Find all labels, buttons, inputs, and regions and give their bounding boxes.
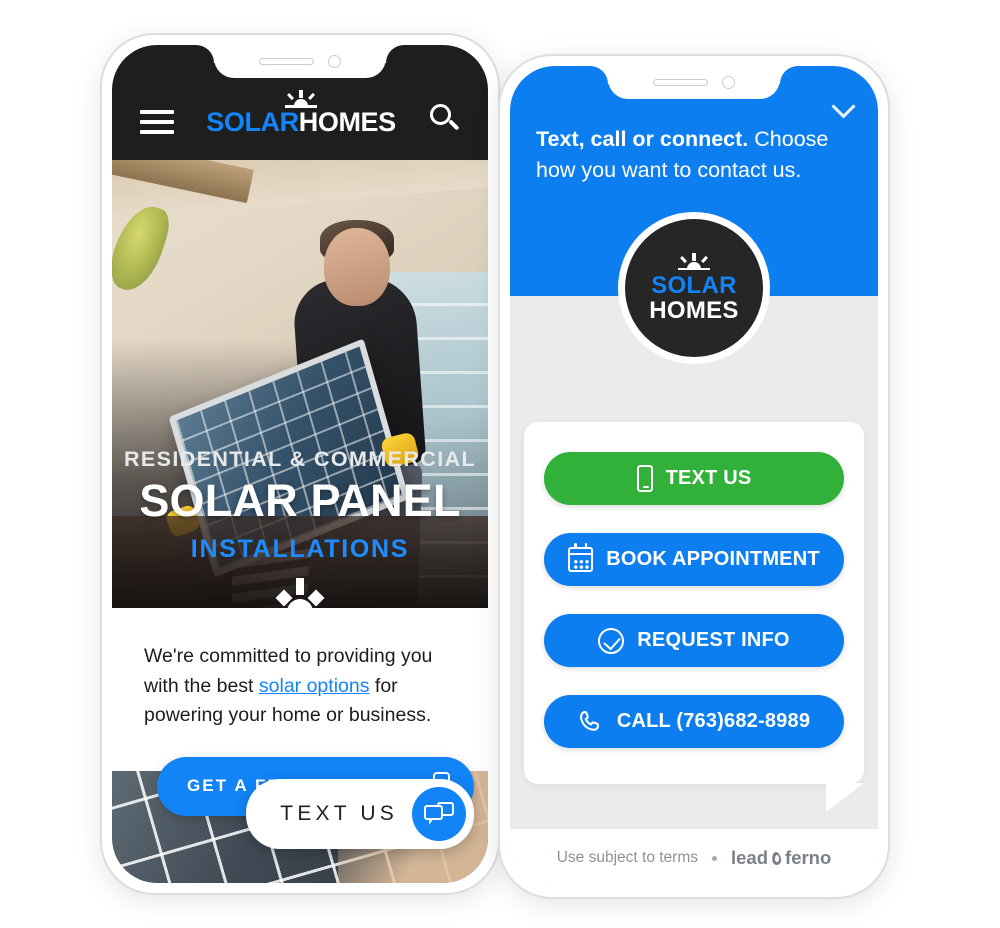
text-us-button[interactable]: TEXT US bbox=[544, 452, 844, 505]
hero-photo-person-head bbox=[324, 228, 390, 306]
logo-solar: SOLAR bbox=[206, 107, 299, 137]
call-button-label: CALL (763)682-8989 bbox=[616, 710, 811, 732]
brand-ferno: ferno bbox=[785, 847, 832, 868]
request-info-button[interactable]: REQUEST INFO bbox=[544, 614, 844, 667]
text-us-widget[interactable]: TEXT US bbox=[246, 779, 474, 849]
hero-headline: SOLAR PANEL bbox=[139, 475, 461, 526]
site-logo[interactable]: SOLARHOMES bbox=[206, 90, 396, 136]
call-button[interactable]: CALL (763)682-8989 bbox=[544, 695, 844, 748]
check-circle-icon bbox=[598, 627, 625, 654]
text-us-button-label: TEXT US bbox=[665, 467, 752, 489]
right-phone-screen: Text, call or connect. Choose how you wa… bbox=[510, 66, 878, 887]
avatar: SOLAR HOMES bbox=[618, 212, 770, 364]
hero-eyebrow: RESIDENTIAL & COMMERCIAL bbox=[123, 447, 477, 471]
messenger-actions-card: TEXT US BOOK APPOINTMENT REQUEST INFO CA… bbox=[524, 422, 864, 812]
flame-icon bbox=[770, 850, 783, 867]
leadferno-brand[interactable]: lead ferno bbox=[731, 847, 831, 869]
calendar-icon bbox=[568, 543, 594, 572]
right-phone-mockup: Text, call or connect. Choose how you wa… bbox=[498, 54, 890, 899]
site-logo-text: SOLARHOMES bbox=[206, 109, 396, 136]
intro-paragraph: We're committed to providing you with th… bbox=[144, 642, 456, 731]
sunrise-icon bbox=[268, 578, 332, 608]
request-info-button-label: REQUEST INFO bbox=[637, 629, 790, 651]
sunrise-icon bbox=[674, 252, 714, 271]
messenger-greeting: Text, call or connect. Choose how you wa… bbox=[536, 124, 852, 185]
chat-bubbles-icon[interactable] bbox=[412, 787, 466, 841]
screenshot-stage: SOLARHOMES RESIDENTIAL & COMMERCIAL SOLA… bbox=[0, 0, 1000, 928]
speaker-grille bbox=[259, 58, 314, 65]
left-phone-mockup: SOLARHOMES RESIDENTIAL & COMMERCIAL SOLA… bbox=[100, 33, 500, 895]
intro-section: We're committed to providing you with th… bbox=[112, 608, 488, 731]
phone-notch bbox=[214, 45, 386, 78]
hero-section: RESIDENTIAL & COMMERCIAL SOLAR PANEL INS… bbox=[112, 160, 488, 608]
hero-copy: RESIDENTIAL & COMMERCIAL SOLAR PANEL INS… bbox=[112, 447, 488, 564]
sunrise-icon bbox=[281, 90, 321, 108]
footer-separator-dot bbox=[712, 855, 717, 861]
brand-lead: lead bbox=[731, 847, 769, 868]
avatar-line-2: HOMES bbox=[649, 297, 739, 325]
book-appointment-button-label: BOOK APPOINTMENT bbox=[606, 548, 820, 570]
book-appointment-button[interactable]: BOOK APPOINTMENT bbox=[544, 533, 844, 586]
hero-subhead: INSTALLATIONS bbox=[190, 535, 410, 563]
chevron-down-icon[interactable] bbox=[832, 94, 856, 118]
hamburger-icon[interactable] bbox=[140, 110, 174, 134]
speaker-grille bbox=[653, 79, 708, 86]
mobile-phone-icon bbox=[636, 465, 653, 492]
phone-handset-icon bbox=[578, 709, 604, 735]
terms-link[interactable]: Use subject to terms bbox=[557, 849, 698, 867]
phone-notch bbox=[608, 66, 780, 99]
search-icon[interactable] bbox=[428, 102, 460, 134]
left-phone-screen: SOLARHOMES RESIDENTIAL & COMMERCIAL SOLA… bbox=[112, 45, 488, 883]
solar-options-link[interactable]: solar options bbox=[259, 675, 370, 697]
greeting-bold: Text, call or connect. bbox=[536, 127, 749, 151]
messenger-footer: Use subject to terms lead ferno bbox=[510, 829, 878, 887]
avatar-line-1: SOLAR bbox=[651, 271, 737, 299]
text-us-widget-label: TEXT US bbox=[280, 802, 398, 825]
messenger-body: TEXT US BOOK APPOINTMENT REQUEST INFO CA… bbox=[510, 296, 878, 829]
front-camera bbox=[328, 55, 341, 68]
logo-homes: HOMES bbox=[298, 107, 396, 137]
front-camera bbox=[722, 76, 735, 89]
